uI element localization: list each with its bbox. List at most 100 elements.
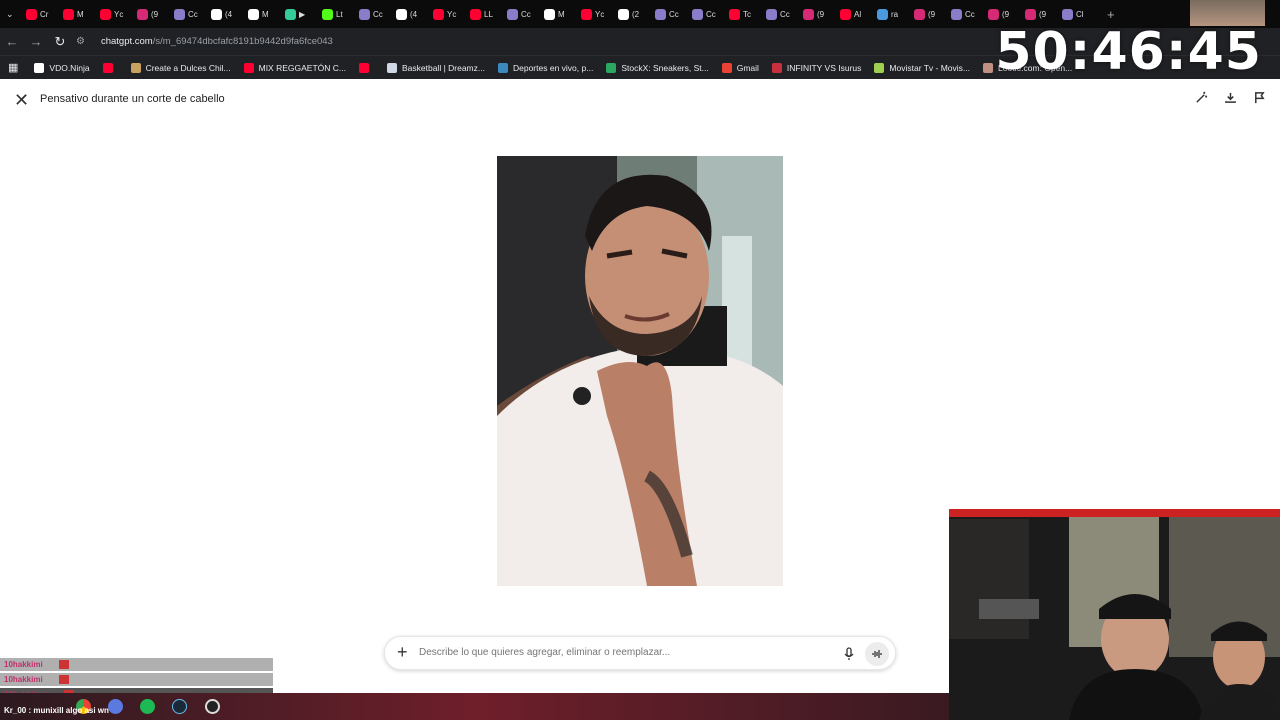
edit-sparkle-icon[interactable] — [1195, 91, 1208, 104]
bookmark-item[interactable] — [102, 62, 118, 73]
bookmark-favicon-icon — [358, 62, 369, 73]
browser-tab[interactable]: Tc — [729, 3, 766, 25]
bookmark-item[interactable] — [358, 62, 374, 73]
tab-search-chevron-icon[interactable]: ⌄ — [6, 9, 26, 20]
browser-tab[interactable]: ▶ — [285, 3, 322, 25]
bookmark-favicon-icon — [606, 62, 617, 73]
bookmark-label: Basketball | Dreamz... — [401, 62, 485, 73]
bookmark-item[interactable]: VDO.Ninja — [34, 62, 90, 73]
feather-icon — [692, 8, 703, 20]
webcam-overlay — [949, 509, 1280, 720]
browser-tab[interactable]: M — [248, 3, 285, 25]
youtube-icon — [100, 8, 111, 20]
browser-tab[interactable]: Cc — [766, 3, 803, 25]
obs-icon[interactable] — [205, 699, 220, 714]
browser-tab[interactable]: (9 — [137, 3, 174, 25]
bookmark-favicon-icon — [386, 62, 397, 73]
bookmark-item[interactable]: INFINITY VS Isurus — [771, 62, 861, 73]
emote-icon — [58, 675, 69, 684]
bookmark-item[interactable]: StockX: Sneakers, St... — [606, 62, 709, 73]
bookmark-label: MIX REGGAETÓN C... — [258, 62, 346, 73]
browser-tab[interactable]: Yc — [100, 3, 137, 25]
browser-tab[interactable]: Cc — [174, 3, 211, 25]
edit-prompt-input[interactable] — [419, 647, 819, 658]
apps-grid-icon[interactable]: ▦ — [8, 61, 18, 74]
generated-image[interactable] — [497, 156, 783, 586]
tab-label: (4 — [225, 9, 233, 19]
bookmark-item[interactable]: MIX REGGAETÓN C... — [243, 62, 346, 73]
forward-icon[interactable]: → — [24, 34, 48, 49]
bookmark-item[interactable]: Deportes en vivo, p... — [497, 62, 593, 73]
back-icon[interactable]: ← — [0, 34, 24, 49]
bookmark-favicon-icon — [983, 62, 994, 73]
stream-timer: 50:46:45 — [995, 22, 1262, 82]
tiktok-icon — [211, 8, 222, 20]
browser-tab[interactable]: Yc — [433, 3, 470, 25]
close-icon[interactable]: ✕ — [14, 90, 29, 111]
chat-row: 10hakkimi — [0, 673, 273, 686]
tab-label: Cc — [188, 9, 198, 19]
app-icon[interactable] — [108, 699, 123, 714]
flag-icon[interactable] — [1253, 91, 1266, 104]
browser-tab[interactable]: Cc — [951, 3, 988, 25]
feather-icon — [507, 8, 518, 20]
browser-tab[interactable]: (2 — [618, 3, 655, 25]
feather-icon — [766, 8, 777, 20]
bookmark-label: Movistar Tv - Movis... — [889, 62, 971, 73]
bookmark-label: Gmail — [736, 62, 759, 73]
bookmark-item[interactable]: Create a Dulces Chil... — [130, 62, 231, 73]
browser-tab[interactable]: Yc — [581, 3, 618, 25]
download-icon[interactable] — [1224, 91, 1237, 104]
spotify-icon[interactable] — [140, 699, 155, 714]
bookmark-favicon-icon — [243, 62, 254, 73]
x-icon — [618, 8, 629, 20]
browser-tab[interactable]: (4 — [396, 3, 433, 25]
tiktok-icon — [396, 8, 407, 20]
browser-tab[interactable]: Lt — [322, 3, 359, 25]
bookmark-favicon-icon — [130, 62, 141, 73]
bookmark-item[interactable]: Basketball | Dreamz... — [386, 62, 485, 73]
browser-tab[interactable]: (9 — [914, 3, 951, 25]
reload-icon[interactable]: ↻ — [48, 34, 72, 50]
browser-tab[interactable]: Cc — [655, 3, 692, 25]
browser-tab[interactable]: ra — [877, 3, 914, 25]
feather-icon — [1062, 8, 1073, 20]
loading-icon — [285, 8, 296, 20]
instagram-icon — [988, 8, 999, 20]
tab-label: Cc — [373, 9, 383, 19]
voice-mode-button[interactable] — [865, 642, 889, 666]
header-actions — [1195, 91, 1266, 104]
site-info-icon[interactable]: ⚙ — [76, 36, 85, 47]
browser-tab[interactable]: LL — [470, 3, 507, 25]
edit-prompt-composer: + — [384, 636, 896, 670]
feather-icon — [951, 8, 962, 20]
bookmark-item[interactable]: Gmail — [721, 62, 759, 73]
tab-label: ▶ — [299, 9, 306, 19]
browser-tab[interactable]: Cc — [507, 3, 544, 25]
browser-tab[interactable]: Cc — [359, 3, 396, 25]
browser-tab[interactable]: (4 — [211, 3, 248, 25]
tiktok-icon — [248, 8, 259, 20]
browser-tab[interactable]: M — [544, 3, 581, 25]
microphone-icon[interactable] — [843, 647, 855, 661]
browser-tab[interactable]: Cc — [692, 3, 729, 25]
bookmark-favicon-icon — [102, 62, 113, 73]
youtube-icon — [433, 8, 444, 20]
bookmark-list: VDO.Ninja Create a Dulces Chil... MIX REGG… — [34, 62, 1085, 73]
bookmark-item[interactable]: Movistar Tv - Movis... — [874, 62, 971, 73]
tab-label: (2 — [632, 9, 640, 19]
bookmark-label: StockX: Sneakers, St... — [621, 62, 709, 73]
browser-tab[interactable]: (9 — [803, 3, 840, 25]
instagram-icon — [137, 8, 148, 20]
youtube-icon — [470, 8, 481, 20]
new-tab-button[interactable]: + — [1107, 7, 1115, 22]
browser-tab[interactable]: Al — [840, 3, 877, 25]
tab-label: M — [558, 9, 565, 19]
tab-label: Cc — [780, 9, 790, 19]
add-attachment-button[interactable]: + — [397, 642, 408, 663]
browser-tab[interactable]: Cr — [26, 3, 63, 25]
steam-icon[interactable] — [172, 699, 187, 714]
url-field[interactable]: chatgpt.com/s/m_69474dbcfafc8191b9442d9f… — [101, 36, 333, 47]
tab-label: (4 — [410, 9, 418, 19]
browser-tab[interactable]: M — [63, 3, 100, 25]
